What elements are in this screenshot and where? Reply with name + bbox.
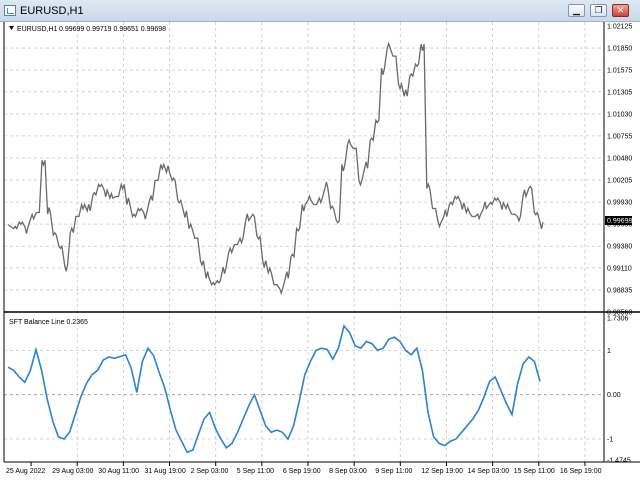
price-tick-label: 1.01850 [607, 46, 632, 53]
price-tick-label: 1.00755 [607, 133, 632, 140]
time-tick-label: 30 Aug 11:00 [98, 468, 139, 475]
window-title: EURUSD,H1 [20, 5, 84, 17]
indicator-name: SFT Balance Line 0.2365 [9, 319, 88, 326]
indicator-series-line [7, 324, 541, 454]
time-tick-label: 2 Sep 03:00 [191, 468, 229, 475]
time-tick-label: 16 Sep 19:00 [560, 468, 602, 475]
time-tick-label: 6 Sep 19:00 [283, 468, 321, 475]
price-tick-label: 1.01305 [607, 89, 632, 96]
time-tick-label: 25 Aug 2022 [6, 468, 45, 475]
time-tick-label: 14 Sep 03:00 [468, 468, 510, 475]
indicator-tick-label: 1.7306 [607, 316, 629, 323]
main-pane[interactable] [4, 22, 604, 312]
price-tick-label: 1.02125 [607, 24, 632, 31]
indicator-tick-label: 1 [607, 348, 611, 355]
price-tick-label: 0.99380 [607, 244, 632, 251]
time-scale: 25 Aug 2022 29 Aug 03:00 30 Aug 11:00 31 Au… [6, 462, 602, 475]
window-titlebar[interactable]: EURUSD,H1 ▁ ❐ ✕ [0, 0, 640, 22]
price-tick-label: 0.98835 [607, 287, 632, 294]
indicator-tick-label: -1.4745 [607, 458, 631, 465]
price-chart[interactable]: EURUSD,H1 0.99699 0.99719 0.99651 0.9969… [0, 22, 640, 480]
chart-symbol: EURUSD,H1 [17, 26, 58, 33]
minimize-button[interactable]: ▁ [568, 4, 585, 17]
time-tick-label: 15 Sep 11:00 [514, 468, 555, 475]
time-tick-label: 8 Sep 03:00 [329, 468, 367, 475]
price-tick-label: 1.00205 [607, 178, 632, 185]
time-tick-label: 31 Aug 19:00 [144, 468, 185, 475]
price-tick-label: 0.99930 [607, 200, 632, 207]
chart-window-icon [4, 5, 16, 16]
restore-button[interactable]: ❐ [590, 4, 607, 17]
indicator-tick-label: 0.00 [607, 392, 621, 399]
price-tick-label: 1.01575 [607, 68, 632, 75]
time-tick-label: 12 Sep 19:00 [421, 468, 463, 475]
price-scale: 1.02125 1.01850 1.01575 1.01305 1.01030 1.007… [607, 24, 632, 317]
price-tick-label: 1.01030 [607, 111, 632, 118]
chart-frame[interactable]: EURUSD,H1 0.99699 0.99719 0.99651 0.9969… [0, 22, 640, 480]
indicator-tick-label: -1 [607, 436, 613, 443]
time-tick-label: 9 Sep 11:00 [375, 468, 412, 475]
price-tick-label: 1.00480 [607, 155, 632, 162]
close-button[interactable]: ✕ [612, 4, 629, 17]
ohlc-values: 0.99699 0.99719 0.99651 0.99698 [59, 26, 166, 33]
time-tick-label: 5 Sep 11:00 [237, 468, 274, 475]
price-tick-label: 0.99655 [607, 222, 632, 229]
indicator-scale: 1.7306 1 0.00 -1 -1.4745 [607, 316, 631, 465]
time-tick-label: 29 Aug 03:00 [52, 468, 93, 475]
price-tick-label: 0.99110 [607, 265, 632, 272]
